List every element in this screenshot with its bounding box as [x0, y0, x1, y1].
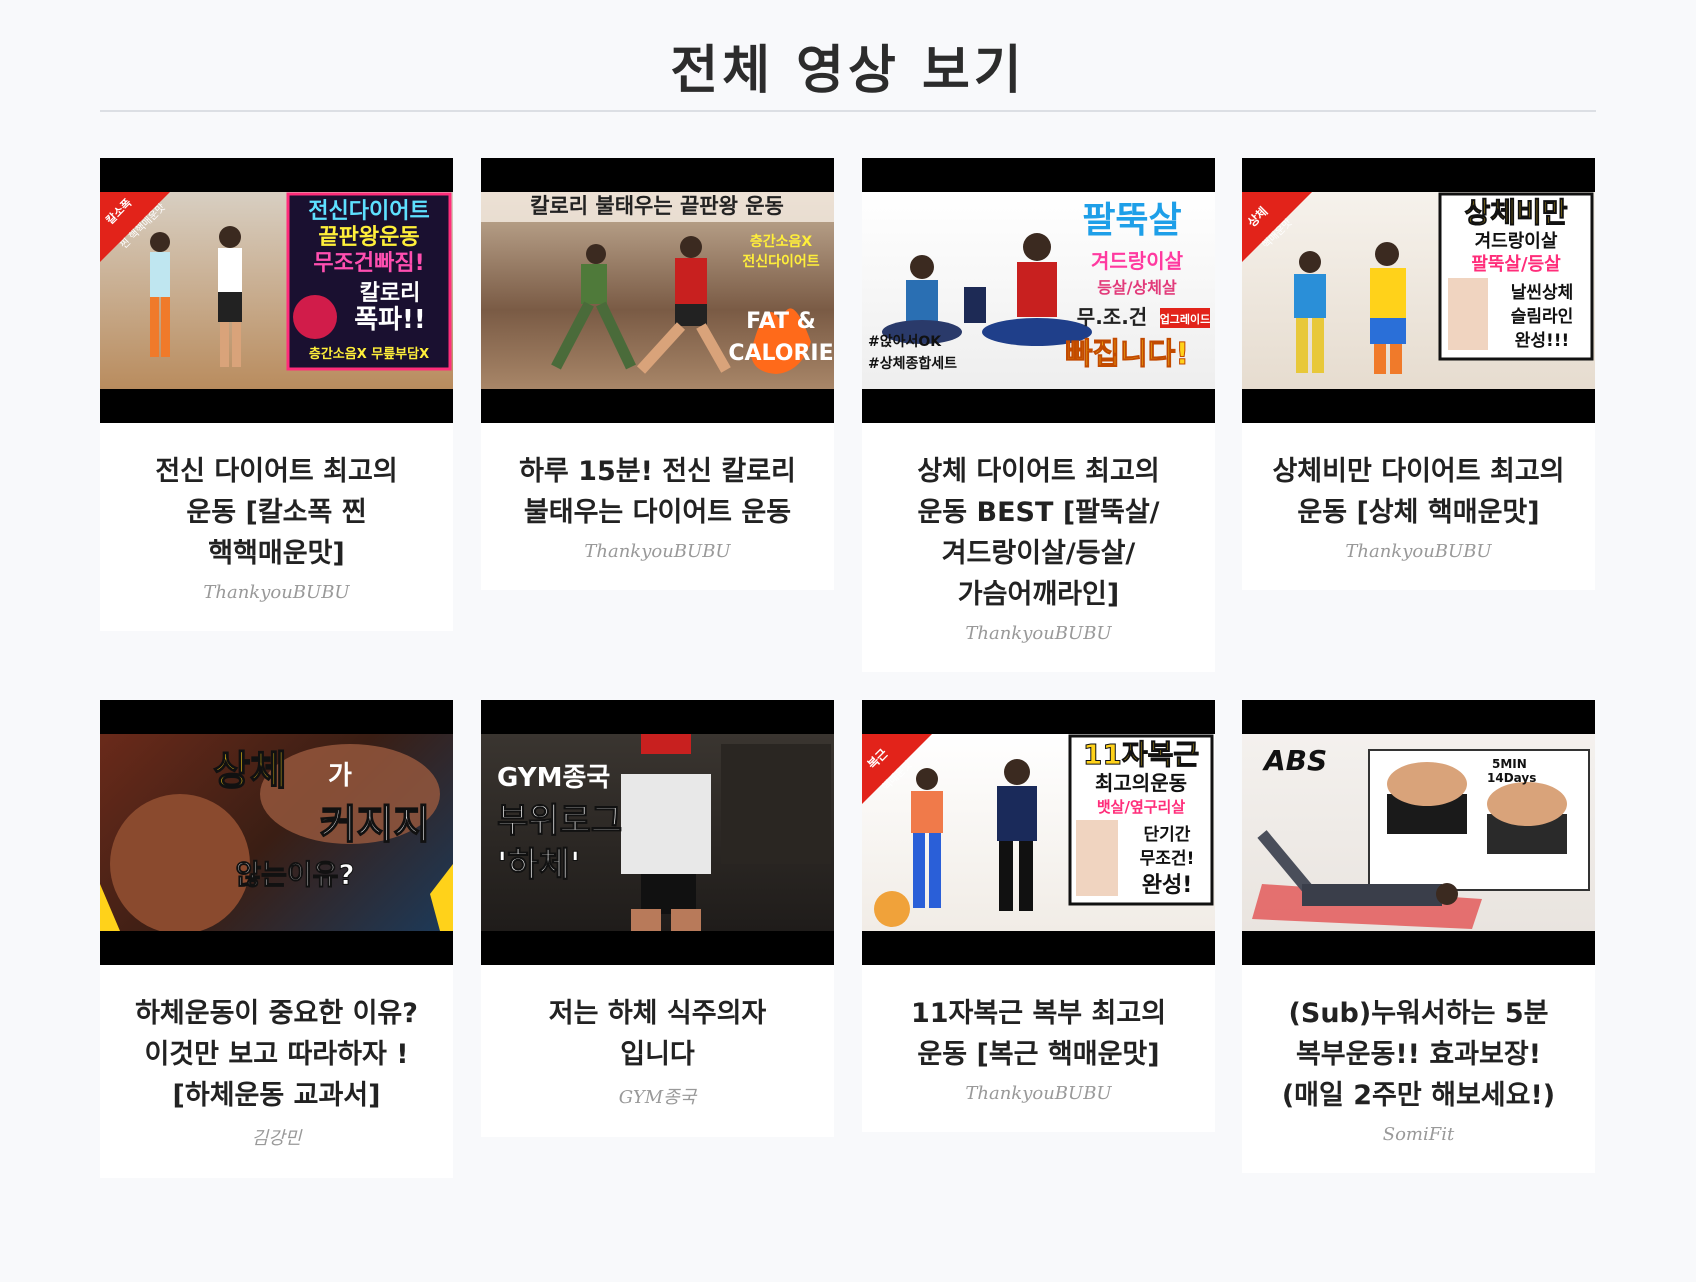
- thumb-text: 날씬상체: [1511, 283, 1574, 303]
- channel-name: 김강민: [251, 1128, 302, 1149]
- thumb-text: 완성!!!: [1515, 331, 1570, 351]
- thumb-text: 폭파!!: [354, 305, 426, 335]
- video-card[interactable]: 팔뚝살 겨드랑이살 등살/상체살 무.조.건 업그레이드 빠집니다! #앉아서O…: [862, 158, 1215, 672]
- thumb-text: 커지지: [320, 802, 430, 848]
- thumb-text: 않는이유?: [235, 858, 354, 891]
- person-figure: [551, 236, 731, 374]
- video-thumbnail[interactable]: 상체비만 겨드랑이살 팔뚝살/등살 날씬상체 슬림라인 완성!!! 상체 핵매운…: [1242, 158, 1595, 423]
- thumb-text: '하체': [497, 845, 580, 885]
- thumb-text: 겨드랑이살: [1475, 231, 1558, 252]
- channel-name: GYM종국: [618, 1087, 697, 1108]
- thumb-text: 칼로리 불태우는 끝판왕 운동: [530, 194, 784, 218]
- channel-name: ThankyouBUBU: [584, 541, 731, 562]
- thumb-text: CALORIE: [728, 341, 833, 366]
- video-thumbnail[interactable]: ABS 5MIN 14Days: [1242, 700, 1595, 965]
- video-thumbnail[interactable]: 칼로리 불태우는 끝판왕 운동 층간소음X 전신다이어트 FAT & CALOR…: [481, 158, 834, 423]
- thumb-text: 칼로리: [360, 281, 421, 306]
- video-title[interactable]: 저는 하체 식주의자 입니다: [481, 965, 834, 1075]
- thumb-text: 무.조.건: [1077, 305, 1147, 329]
- video-thumbnail[interactable]: 상체 가 커지지 않는이유?: [100, 700, 453, 965]
- video-thumbnail[interactable]: 전신다이어트 끝판왕운동 무조건빠짐! 칼로리 폭파!! 층간소음X 무릎부담X…: [100, 158, 453, 423]
- thumb-text: 5MIN: [1492, 757, 1527, 771]
- person-figure: [911, 759, 1037, 911]
- video-thumbnail[interactable]: 11자복근 최고의운동 뱃살/옆구리살 단기간 무조건! 완성! 복근 핵매운맛: [862, 700, 1215, 965]
- thumb-text: 뱃살/옆구리살: [1097, 798, 1185, 816]
- channel-name: SomiFit: [1382, 1124, 1455, 1145]
- video-thumbnail[interactable]: GYM종국 부위로그 '하체': [481, 700, 834, 965]
- thumb-text: 전신다이어트: [742, 253, 819, 270]
- thumb-text: ABS: [1262, 744, 1327, 777]
- video-title[interactable]: 상체 다이어트 최고의 운동 BEST [팔뚝살/겨드랑이살/등살/가슴어깨라인…: [862, 423, 1215, 615]
- video-title[interactable]: 하루 15분! 전신 칼로리 불태우는 다이어트 운동: [481, 423, 834, 533]
- thumb-text: 완성!: [1142, 873, 1193, 898]
- video-card[interactable]: 상체비만 겨드랑이살 팔뚝살/등살 날씬상체 슬림라인 완성!!! 상체 핵매운…: [1242, 158, 1595, 590]
- thumb-text: #상체종합세트: [868, 355, 957, 372]
- thumb-text: 최고의운동: [1095, 771, 1187, 795]
- person-figure: [882, 233, 1092, 346]
- thumb-text: 단기간: [1144, 825, 1191, 845]
- video-title[interactable]: 상체비만 다이어트 최고의 운동 [상체 핵매운맛]: [1242, 423, 1595, 533]
- thumb-text: 팔뚝살: [1082, 200, 1181, 241]
- video-title[interactable]: 전신 다이어트 최고의 운동 [칼소폭 찐 핵핵매운맛]: [100, 423, 453, 574]
- channel-name: ThankyouBUBU: [1345, 541, 1492, 562]
- video-title[interactable]: 하체운동이 중요한 이유? 이것만 보고 따라하자 ! [하체운동 교과서]: [100, 965, 453, 1116]
- thumb-text: 11자복근: [1083, 738, 1199, 771]
- video-card[interactable]: 상체 가 커지지 않는이유? 하체운동이 중요한 이유? 이것만 보고 따라하자…: [100, 700, 453, 1178]
- thumb-text: 끝판왕운동: [318, 225, 419, 250]
- thumb-text: 슬림라인: [1511, 307, 1574, 327]
- thumb-text: 무조건!: [1140, 849, 1195, 869]
- person-figure: [1294, 242, 1406, 374]
- video-card[interactable]: 칼로리 불태우는 끝판왕 운동 층간소음X 전신다이어트 FAT & CALOR…: [481, 158, 834, 590]
- thumb-text: 상체: [213, 748, 287, 794]
- video-card[interactable]: 11자복근 최고의운동 뱃살/옆구리살 단기간 무조건! 완성! 복근 핵매운맛…: [862, 700, 1215, 1132]
- thumb-text: 14Days: [1487, 771, 1536, 785]
- title-divider: [100, 110, 1596, 112]
- thumb-text: GYM종국: [497, 763, 610, 793]
- video-card[interactable]: 전신다이어트 끝판왕운동 무조건빠짐! 칼로리 폭파!! 층간소음X 무릎부담X…: [100, 158, 453, 631]
- thumb-text: 부위로그: [497, 801, 622, 841]
- video-card[interactable]: GYM종국 부위로그 '하체' 저는 하체 식주의자 입니다 GYM종국: [481, 700, 834, 1137]
- channel-name: ThankyouBUBU: [965, 1083, 1112, 1104]
- page-title: 전체 영상 보기: [670, 41, 1026, 101]
- thumb-text: 층간소음X 무릎부담X: [309, 346, 429, 362]
- thumb-text: 층간소음X: [750, 233, 813, 250]
- thumb-text: #앉아서OK: [868, 333, 942, 350]
- thumb-text: 가: [328, 761, 352, 791]
- thumb-text: 등살/상체살: [1097, 278, 1177, 297]
- thumb-text: 무조건빠짐!: [313, 251, 424, 276]
- channel-name: ThankyouBUBU: [203, 582, 350, 603]
- video-title[interactable]: 11자복근 복부 최고의 운동 [복근 핵매운맛]: [862, 965, 1215, 1075]
- thumb-text: 겨드랑이살: [1091, 249, 1184, 273]
- thumb-text: 상체비만: [1464, 196, 1567, 229]
- thumb-text: 전신다이어트: [308, 199, 429, 224]
- thumb-text: 팔뚝살/등살: [1471, 254, 1561, 275]
- channel-name: ThankyouBUBU: [965, 623, 1112, 644]
- thumb-text: 업그레이드: [1160, 312, 1211, 326]
- video-card[interactable]: ABS 5MIN 14Days (Sub)누워서하는 5분 복부운동!! 효과보…: [1242, 700, 1595, 1173]
- thumb-text: 빠집니다!: [1065, 337, 1189, 372]
- video-thumbnail[interactable]: 팔뚝살 겨드랑이살 등살/상체살 무.조.건 업그레이드 빠집니다! #앉아서O…: [862, 158, 1215, 423]
- thumb-text: FAT &: [746, 309, 816, 334]
- video-title[interactable]: (Sub)누워서하는 5분 복부운동!! 효과보장! (매일 2주만 해보세요!…: [1242, 965, 1595, 1116]
- person-figure: [150, 226, 242, 367]
